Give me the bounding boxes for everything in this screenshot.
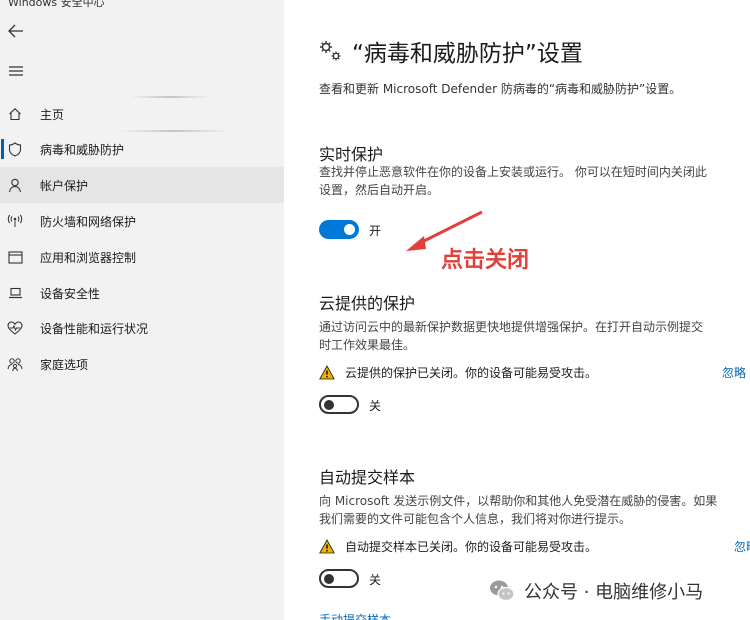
gears-icon [320,41,341,61]
page-title-text: “病毒和威胁防护”设置 [352,41,583,67]
page-subtitle: 查看和更新 Microsoft Defender 防病毒的“病毒和威胁防护”设置… [319,82,682,96]
sidebar-item-label: 病毒和威胁防护 [40,142,125,157]
antenna-icon [6,212,24,230]
selection-indicator [1,139,4,159]
annotation-text: 点击关闭 [441,248,530,273]
realtime-protection-heading: 实时保护 [319,145,384,164]
cloud-protection-heading: 云提供的保护 [319,294,416,313]
realtime-protection-toggle[interactable] [319,220,359,239]
sample-submission-warning: 自动提交样本已关闭。你的设备可能易受攻击。 [319,538,597,555]
wechat-icon [490,580,515,602]
sidebar-item-family-options[interactable]: 家庭选项 [0,346,284,382]
toggle-knob [324,573,334,584]
cloud-protection-desc-line1: 通过访问云中的最新保护数据更快地提供增强保护。在打开自动示例提交 [319,320,704,334]
cloud-protection-warning: 云提供的保护已关闭。你的设备可能易受攻击。 [319,364,597,381]
watermark: 公众号 · 电脑维修小马 [488,577,703,605]
sidebar-item-label: 帐户保护 [40,178,89,193]
sidebar-item-account-protection[interactable]: 帐户保护 [0,167,284,203]
sample-submission-toggle[interactable] [319,569,359,588]
sidebar-item-home[interactable]: 主页 [0,96,284,132]
sidebar: Windows 安全中心 主页 病毒和威胁防护 帐户保护 防火墙和网络保护 应用… [0,0,284,620]
sidebar-item-device-security[interactable]: 设备安全性 [0,275,284,311]
app-window-icon [6,248,24,266]
cloud-protection-warning-text: 云提供的保护已关闭。你的设备可能易受攻击。 [345,366,598,380]
sample-submission-dismiss-link[interactable]: 忽略 [734,538,750,555]
realtime-protection-toggle-label: 开 [369,224,382,238]
sidebar-item-label: 主页 [40,107,65,122]
back-button[interactable] [5,20,27,42]
sidebar-item-device-performance[interactable]: 设备性能和运行状况 [0,310,284,346]
sample-submission-desc-line1: 向 Microsoft 发送示例文件，以帮助你和其他人免受潜在威胁的侵害。如果 [319,494,718,508]
window-title: Windows 安全中心 [8,0,105,9]
page-title: “病毒和威胁防护”设置 [318,34,583,68]
sidebar-item-app-browser-control[interactable]: 应用和浏览器控制 [0,239,284,275]
realtime-protection-desc-line2: 设置，然后自动开启。 [319,183,440,197]
shield-icon [6,140,24,158]
sidebar-item-label: 家庭选项 [40,357,89,372]
warning-icon [319,539,335,554]
sample-submission-warning-text: 自动提交样本已关闭。你的设备可能易受攻击。 [345,540,598,554]
hamburger-icon [9,66,23,76]
sample-submission-toggle-label: 关 [369,573,382,587]
back-arrow-icon [8,24,23,38]
watermark-text: 公众号 · 电脑维修小马 [524,582,704,603]
sidebar-item-label: 防火墙和网络保护 [40,214,137,229]
hamburger-menu-button[interactable] [5,60,27,82]
cloud-protection-toggle-label: 关 [369,399,382,413]
cloud-protection-toggle[interactable] [319,395,359,414]
realtime-protection-desc-line1: 查找并停止恶意软件在你的设备上安装或运行。 你可以在短时间内关闭此 [319,165,707,179]
toggle-knob [344,224,355,235]
main-content: “病毒和威胁防护”设置 查看和更新 Microsoft Defender 防病毒… [284,0,750,620]
toggle-knob [324,399,334,410]
sidebar-item-label: 应用和浏览器控制 [40,250,137,265]
sidebar-item-label: 设备性能和运行状况 [40,321,149,336]
cloud-protection-dismiss-link[interactable]: 忽略 [722,364,746,381]
sidebar-item-virus-protection[interactable]: 病毒和威胁防护 [0,131,284,167]
person-icon [6,176,24,194]
sample-submission-heading: 自动提交样本 [319,468,416,487]
heart-pulse-icon [6,319,24,337]
cloud-protection-desc-line2: 时工作效果最佳。 [319,338,416,352]
manual-submit-sample-link[interactable]: 手动提交样本 [319,611,391,620]
family-icon [6,355,24,373]
sample-submission-desc-line2: 我们需要的文件可能包含个人信息，我们将对你进行提示。 [319,512,632,526]
warning-icon [319,365,335,380]
sidebar-item-firewall[interactable]: 防火墙和网络保护 [0,203,284,239]
home-icon [6,105,24,123]
laptop-icon [6,284,24,302]
sidebar-item-label: 设备安全性 [40,286,101,301]
